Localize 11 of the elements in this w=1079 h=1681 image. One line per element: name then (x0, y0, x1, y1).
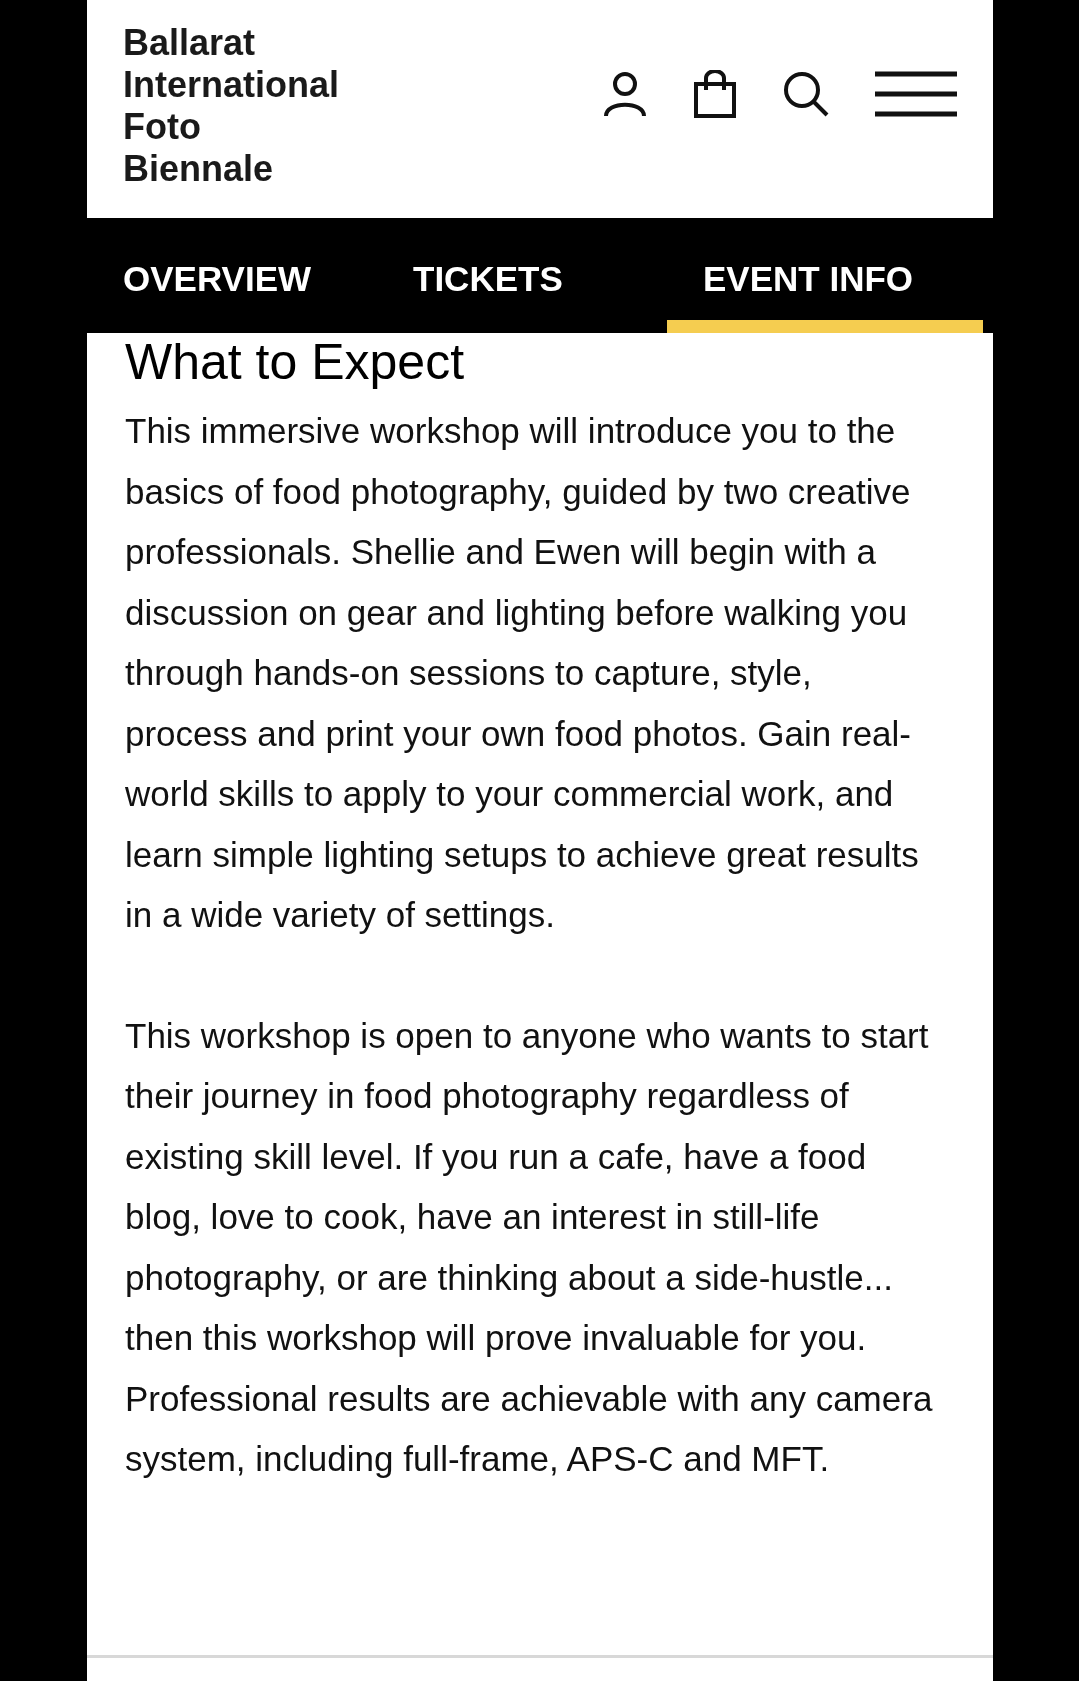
logo-text[interactable]: Ballarat International Foto Biennale (123, 22, 340, 190)
account-icon[interactable] (603, 71, 647, 117)
body-paragraph: This workshop is open to anyone who wants to start their journey in food photography regardless of existing skill level. If you run a cafe, have a food blog, love to cook, have an interest in still-life photography, or are thinking about a side-hustle... then this workshop will prove invaluable for you. Professional results are achievable with any camera system, including full-frame, APS-C and MFT. (125, 1014, 934, 1480)
search-icon[interactable] (783, 71, 829, 117)
shopping-bag-icon[interactable] (693, 70, 737, 118)
menu-icon[interactable] (875, 71, 957, 117)
body-paragraph: This immersive workshop will introduce you to the basics of food photography, guided by two creative professionals. Shellie and Ewen will begin with a discussion on gear and lighting before walking you through hands-on sessions to capture, style, process and print your own food photos. Gain real-world skills to apply to your commercial work, and learn simple lighting setups to achieve great results in a wide variety of settings. (125, 410, 920, 936)
nav-tab[interactable]: TICKETS (413, 218, 667, 333)
nav-tab[interactable]: OVERVIEW (123, 218, 413, 333)
nav-tab[interactable]: EVENT INFO (667, 218, 983, 333)
section-heading: What to Expect (125, 333, 466, 391)
